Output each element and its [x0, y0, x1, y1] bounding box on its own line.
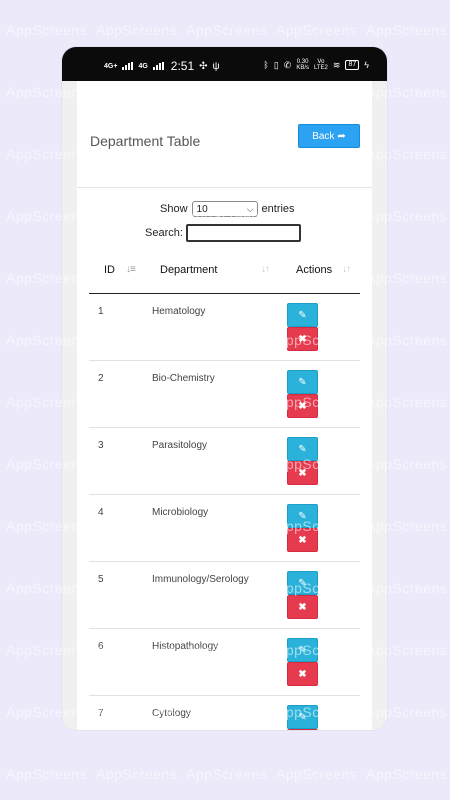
row-id: 7: [98, 708, 104, 719]
signal-icon: [122, 62, 134, 70]
edit-icon: ✎: [298, 577, 307, 589]
arrow-icon: ➦: [337, 130, 346, 142]
edit-button[interactable]: ✎: [287, 638, 318, 662]
edit-icon: ✎: [298, 376, 307, 388]
delete-button[interactable]: ✖: [287, 595, 318, 619]
watermark-text: AppScreens: [276, 766, 358, 782]
edit-button[interactable]: ✎: [287, 370, 318, 394]
watermark-text: AppScreens: [186, 22, 268, 38]
close-icon: ✖: [298, 534, 307, 546]
edit-button[interactable]: ✎: [287, 571, 318, 595]
column-header-actions[interactable]: Actions: [296, 264, 332, 276]
usb-icon: ψ: [212, 60, 220, 72]
show-label: Show: [160, 203, 188, 215]
call-icon: ✆: [283, 59, 292, 70]
sort-icon[interactable]: ↓↑: [261, 264, 270, 275]
fan-icon: ✣: [199, 60, 208, 72]
vibrate-icon: ▯: [273, 59, 279, 70]
department-card: Department Table Back ➦ Show 10 ⌵ entrie…: [77, 81, 372, 730]
delete-button[interactable]: ✖: [287, 327, 318, 351]
table-body: 1 Hematology ✎ ✖ 2 Bio-Chemistry ✎ ✖ 3 Parasitolo…: [89, 294, 360, 730]
column-header-department[interactable]: Department: [160, 264, 217, 276]
table-row: 6 Histopathology ✎ ✖: [89, 629, 360, 696]
watermark-text: AppScreens: [276, 22, 358, 38]
column-header-id[interactable]: ID: [104, 264, 115, 276]
row-department: Histopathology: [152, 641, 219, 652]
table-header: ID ↓≡ Department ↓↑ Actions ↓↑: [89, 257, 360, 294]
delete-button[interactable]: ✖: [287, 662, 318, 686]
edit-icon: ✎: [298, 510, 307, 522]
entries-value: 10: [196, 203, 208, 215]
delete-button[interactable]: ✖: [287, 461, 318, 485]
watermark-text: AppScreens: [96, 766, 178, 782]
network-type-1: 4G+: [104, 62, 118, 70]
signal-icon-2: [152, 62, 164, 70]
wifi-icon: ≋: [332, 59, 341, 70]
watermark-text: AppScreens: [366, 766, 448, 782]
table-row: 1 Hematology ✎ ✖: [89, 294, 360, 361]
battery-icon: 87: [345, 60, 360, 70]
row-department: Immunology/Serology: [152, 574, 249, 585]
watermark-text: AppScreens: [6, 766, 88, 782]
close-icon: ✖: [298, 601, 307, 613]
charging-icon: ϟ: [364, 60, 369, 70]
row-id: 3: [98, 440, 104, 451]
watermark-text: AppScreens: [186, 766, 268, 782]
entries-label: entries: [261, 203, 295, 215]
entries-select[interactable]: 10 ⌵: [191, 201, 258, 217]
network-speed: 0.30 KB/s: [296, 59, 309, 71]
edit-icon: ✎: [298, 644, 307, 656]
row-department: Parasitology: [152, 440, 208, 451]
bluetooth-icon: ᛒ: [263, 60, 269, 70]
close-icon: ✖: [298, 333, 307, 345]
table-row: 7 Cytology ✎ ✖: [89, 696, 360, 730]
row-department: Bio-Chemistry: [152, 373, 215, 384]
row-id: 2: [98, 373, 104, 384]
watermark-text: AppScreens: [366, 22, 448, 38]
row-department: Microbiology: [152, 507, 209, 518]
card-header: Department Table Back ➦: [77, 81, 372, 188]
row-id: 6: [98, 641, 104, 652]
department-table: ID ↓≡ Department ↓↑ Actions ↓↑ 1 Hematolo…: [89, 257, 360, 730]
edit-icon: ✎: [298, 309, 307, 321]
clock: 2:51: [170, 59, 195, 73]
phone-frame: 4G+ 4G 2:51 ✣ ψ ᛒ ▯ ✆ 0.30 KB/s Vo LTE2 ≋ …: [62, 47, 387, 730]
edit-button[interactable]: ✎: [287, 705, 318, 729]
row-id: 5: [98, 574, 104, 585]
volte-icon: Vo LTE2: [313, 59, 328, 71]
table-row: 4 Microbiology ✎ ✖: [89, 495, 360, 562]
edit-icon: ✎: [298, 711, 307, 723]
close-icon: ✖: [298, 668, 307, 680]
watermark-text: AppScreens: [6, 22, 88, 38]
chevron-down-icon: ⌵: [246, 203, 254, 214]
sort-icon[interactable]: ↓↑: [342, 264, 351, 275]
close-icon: ✖: [298, 467, 307, 479]
sort-icon[interactable]: ↓≡: [126, 264, 136, 275]
app-content: Department Table Back ➦ Show 10 ⌵ entrie…: [62, 81, 387, 730]
edit-icon: ✎: [298, 443, 307, 455]
table-row: 2 Bio-Chemistry ✎ ✖: [89, 361, 360, 428]
close-icon: ✖: [298, 400, 307, 412]
delete-button[interactable]: ✖: [287, 729, 318, 730]
edit-button[interactable]: ✎: [287, 303, 318, 327]
row-id: 1: [98, 306, 104, 317]
search-label: Search:: [145, 227, 183, 239]
delete-button[interactable]: ✖: [287, 528, 318, 552]
status-bar: 4G+ 4G 2:51 ✣ ψ ᛒ ▯ ✆ 0.30 KB/s Vo LTE2 ≋ …: [62, 47, 387, 81]
table-row: 5 Immunology/Serology ✎ ✖: [89, 562, 360, 629]
row-department: Cytology: [152, 708, 191, 719]
delete-button[interactable]: ✖: [287, 394, 318, 418]
page-title: Department Table: [90, 133, 201, 149]
table-row: 3 Parasitology ✎ ✖: [89, 428, 360, 495]
table-controls: Show 10 ⌵ entries Search:: [77, 187, 372, 253]
back-button[interactable]: Back ➦: [298, 124, 360, 148]
watermark-text: AppScreens: [96, 22, 178, 38]
back-button-label: Back: [312, 130, 335, 142]
search-input[interactable]: [185, 224, 301, 242]
row-department: Hematology: [152, 306, 206, 317]
edit-button[interactable]: ✎: [287, 504, 318, 528]
edit-button[interactable]: ✎: [287, 437, 318, 461]
network-type-2: 4G: [138, 62, 148, 70]
row-id: 4: [98, 507, 104, 518]
